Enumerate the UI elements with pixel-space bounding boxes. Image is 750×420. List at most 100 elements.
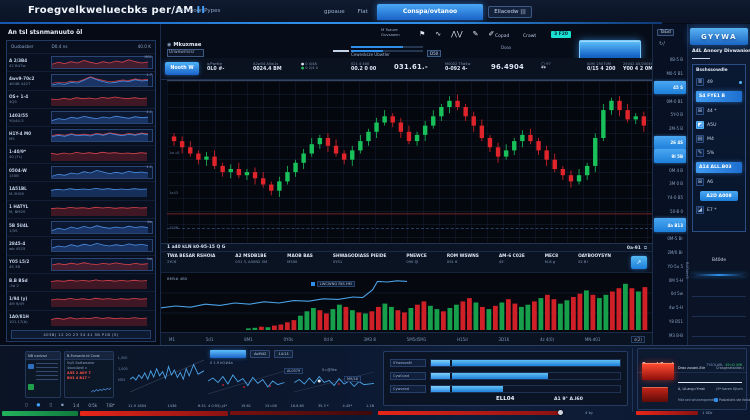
watchlist-row[interactable]: H1Y-4 M0M5 xyxy=(7,126,155,144)
toolbar-group-label: M TsaureGuvsawm xyxy=(381,28,400,38)
ladder-price-row[interactable]: 0d 5w xyxy=(654,287,686,301)
mini-chart-2[interactable]: AvM42 14:21 0 1.9 kO#4a AL0579 5=@5te M9… xyxy=(208,348,374,408)
ladder-price-row[interactable]: 50-B 0 xyxy=(654,204,686,218)
ladder-price-row[interactable]: 2M/0 Br xyxy=(654,246,686,260)
sell-card-2[interactable] xyxy=(642,387,668,402)
watchlist-row[interactable]: 2845-4wb 4525 xyxy=(7,236,155,254)
flag-icon[interactable]: ⚑ xyxy=(419,30,425,38)
volume-indicator-chip[interactable]: LWCWNG RtS HM xyxy=(311,281,355,287)
menu-item[interactable]: ⊞44 * xyxy=(696,104,742,118)
mini2-chip-1[interactable]: AvM42 xyxy=(250,350,270,358)
ladder-price-row[interactable]: 0M-5 Br xyxy=(654,232,686,246)
menu-item[interactable]: ◩A5U xyxy=(696,118,742,132)
order-link[interactable]: Posbalstrk.ste fonia xyxy=(714,398,750,402)
zigzag-icon[interactable]: ⋀⋁ xyxy=(451,30,462,38)
instrument-subname[interactable]: Urwewmssr xyxy=(167,49,204,57)
watchlist-row[interactable]: 1A51BLM-3H26 xyxy=(7,181,155,199)
menu-item[interactable]: ≣49 xyxy=(696,75,742,89)
ladder-price-row[interactable]: M3 B-B xyxy=(654,328,686,342)
watchlist-col-change[interactable]: D0.4 ns xyxy=(52,44,68,52)
tab-2[interactable]: Flat xyxy=(354,6,372,18)
watchlist-row[interactable]: 1A0/81H101.17(b) xyxy=(7,310,155,328)
watchlist-row[interactable]: B.B BSd-5d 2 xyxy=(7,273,155,291)
ladder-price-row[interactable]: Y8 B51 xyxy=(654,315,686,329)
mini1-y-label: M05 xyxy=(118,378,125,382)
watchlist-row[interactable]: 4wv9-70c2#04B 44271.7 xyxy=(7,71,155,89)
notification-dot xyxy=(739,81,742,84)
depth-chip[interactable]: D50 xyxy=(427,50,441,57)
crawt-button[interactable]: Crawt xyxy=(523,34,536,39)
watchlist-row[interactable]: OS+ 1-44Q5 xyxy=(7,90,155,108)
menu-item-selected[interactable]: S4 FYE1 B xyxy=(696,91,742,102)
axis-settings-chip[interactable]: s(2) xyxy=(631,336,645,343)
mini2-chip-2[interactable]: 14:21 xyxy=(274,350,293,358)
menu-item[interactable]: ✎5% xyxy=(696,146,742,160)
watchlist-col-symbol[interactable]: Ousbasber xyxy=(11,44,34,52)
watchlist-col-volume[interactable]: 40.0 K xyxy=(138,44,151,52)
mini2-x-label: 4 0:55).(4* xyxy=(208,404,227,408)
stats-expand-button[interactable]: ↗ xyxy=(631,256,647,269)
refresh-icon[interactable]: ↻/ xyxy=(659,41,665,47)
menu-action-button[interactable]: A2D A008 xyxy=(700,191,738,201)
menu-item-selected[interactable]: A14 ALL.B03 xyxy=(696,162,742,173)
ladder-price-row[interactable]: 4a B13 xyxy=(654,218,686,232)
sell-card[interactable] xyxy=(642,363,674,380)
tab-4[interactable]: Ellacedw ||| xyxy=(488,6,532,18)
menu-item[interactable]: ⊞A6 xyxy=(696,175,742,189)
draw-icon[interactable]: ✎ xyxy=(473,30,479,38)
watchlist-sparkline xyxy=(51,111,153,124)
stats-cell: TWA BESAR RSHOIA2YC6 xyxy=(167,254,215,264)
instrument-name[interactable]: ◉Mkuxmae xyxy=(167,42,204,48)
sparkline-svg xyxy=(51,203,147,216)
watchlist-row[interactable]: 1-40/9*40 (FL) xyxy=(7,145,155,163)
tab-3[interactable]: Conspa/ovtanoo xyxy=(377,4,483,20)
ladder-price-row[interactable]: 5Y-0 B xyxy=(654,108,686,122)
ladder-price-row[interactable]: 9I 5B xyxy=(654,149,686,163)
key-icon[interactable]: ▪ xyxy=(61,403,64,408)
clip-icon[interactable]: ▯ xyxy=(25,403,27,408)
strip-knob[interactable] xyxy=(558,410,563,415)
ladder-price-row[interactable]: 2M-5 B xyxy=(654,122,686,136)
progress-track[interactable] xyxy=(430,385,621,393)
ladder-price-row[interactable]: 26 4S xyxy=(654,136,686,150)
pen-icon[interactable]: ✐ xyxy=(489,30,495,38)
watchlist-row[interactable]: 1/94 (y)4M 9/4Y xyxy=(7,291,155,309)
menu-item[interactable]: ◪E7 * xyxy=(696,203,742,217)
timeframe-button[interactable]: Nooth W xyxy=(165,62,199,75)
ladder-price-row[interactable]: 0M-0 B1 xyxy=(654,94,686,108)
ladder-price-row[interactable]: Y4-0 B5 xyxy=(654,191,686,205)
watchlist-row[interactable]: Y05 L5/24S 3B1w xyxy=(7,255,155,273)
copad-button[interactable]: Copad xyxy=(495,34,509,39)
candlestick-chart[interactable]: 1w d11a43150B xyxy=(167,80,653,243)
watchlist-row[interactable]: A 2/3B442 B47wM01 xyxy=(7,53,155,71)
watchlist-row[interactable]: 5B 5U4L1/5S4w xyxy=(7,218,155,236)
teal-badge[interactable]: 3 F20 xyxy=(551,31,571,38)
watchlist-row[interactable]: 1403/55Y0/44-54.1 xyxy=(7,108,155,126)
mini2-primary-button[interactable] xyxy=(210,350,246,358)
news-card[interactable]: NB nxdvsd xyxy=(25,351,61,398)
wave-icon[interactable]: ∿ xyxy=(435,30,441,38)
ladder-price-row[interactable]: 0B-5 B xyxy=(654,53,686,67)
ladder-price-row[interactable]: 0M 4 B xyxy=(654,163,686,177)
progress-track[interactable] xyxy=(430,359,621,367)
watchlist-row[interactable]: 1 HATYLM, BM2S xyxy=(7,200,155,218)
forecast-card[interactable]: B-Forsacle.Id Crost Ss/5 Ssdtwsxbsr 4wvs… xyxy=(64,351,114,398)
watchlist-row[interactable]: 0504-W155B1.1 xyxy=(7,163,155,181)
menu-item[interactable]: ▤M4 xyxy=(696,132,742,146)
expand-icon[interactable]: ⧉ xyxy=(644,246,647,251)
ladder-price-row[interactable]: 0M 5-H xyxy=(654,273,686,287)
ladder-chip[interactable]: TaGd xyxy=(657,29,674,36)
dot-icon[interactable]: ● xyxy=(36,403,40,408)
progress-head-segment xyxy=(431,373,450,379)
ladder-price-row[interactable]: 4w 5-H xyxy=(654,301,686,315)
ladder-price-row[interactable]: Y0-5u 5 xyxy=(654,259,686,273)
tab-1[interactable]: gpoaue xyxy=(320,6,349,18)
stats-cell: AM-6 C02E45' xyxy=(499,254,525,264)
copy-icon[interactable]: ▯ xyxy=(49,403,51,408)
volume-panel[interactable]: BM5# 4B5 LWCWNG RtS HM xyxy=(161,272,653,332)
ladder-price-row[interactable]: 3M 0 B xyxy=(654,177,686,191)
mini-chart-1[interactable]: 11.9 18041436H.51 L,5001,005M05 xyxy=(118,352,206,408)
progress-track[interactable] xyxy=(430,372,621,380)
ladder-price-row[interactable]: 45 S xyxy=(654,81,686,95)
ladder-price-row[interactable]: M0-5 B1 xyxy=(654,67,686,81)
